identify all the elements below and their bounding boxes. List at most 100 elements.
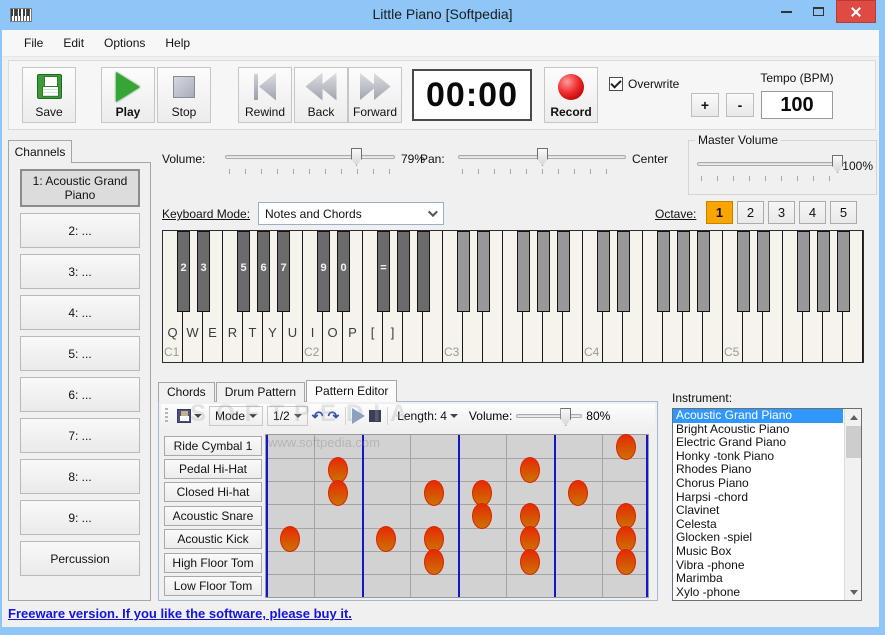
black-key-9[interactable] (417, 231, 430, 312)
channel-button-6[interactable]: 6: ... (20, 377, 140, 412)
instrument-item-chorus-piano[interactable]: Chorus Piano (673, 476, 843, 491)
black-key-4[interactable]: 7 (277, 231, 290, 312)
play-button[interactable]: Play (101, 67, 155, 123)
black-key-11[interactable] (477, 231, 490, 312)
channel-button-5[interactable]: 5: ... (20, 336, 140, 371)
octave-button-3[interactable]: 3 (768, 201, 795, 224)
pattern-stop-button[interactable] (369, 410, 382, 422)
mode-dropdown[interactable]: Mode (209, 406, 264, 426)
instrument-item-bright-acoustic-piano[interactable]: Bright Acoustic Piano (673, 422, 843, 437)
channel-button-9[interactable]: 9: ... (20, 500, 140, 535)
black-key-10[interactable] (457, 231, 470, 312)
black-key-0[interactable]: 2 (177, 231, 190, 312)
black-key-20[interactable] (737, 231, 750, 312)
drum-note[interactable] (520, 549, 540, 575)
channel-button-10[interactable]: Percussion (20, 541, 140, 576)
drum-note[interactable] (280, 526, 300, 552)
instrument-item-clavinet[interactable]: Clavinet (673, 504, 843, 518)
channel-button-2[interactable]: 2: ... (20, 213, 140, 248)
drum-button-closed-hi-hat[interactable]: Closed Hi-hat (164, 482, 262, 502)
black-key-16[interactable] (617, 231, 630, 312)
black-key-8[interactable] (397, 231, 410, 312)
instrument-item-harpsi-chord[interactable]: Harpsi -chord (673, 490, 843, 505)
save-button[interactable]: Save (22, 67, 76, 123)
scroll-down-button[interactable] (845, 584, 861, 600)
tab-pattern-editor[interactable]: Pattern Editor (306, 380, 398, 402)
drum-note[interactable] (424, 480, 444, 506)
octave-button-5[interactable]: 5 (830, 201, 857, 224)
black-key-17[interactable] (657, 231, 670, 312)
instrument-item-glocken-spiel[interactable]: Glocken -spiel (673, 531, 843, 545)
channel-button-3[interactable]: 3: ... (20, 254, 140, 289)
pattern-volume-slider[interactable] (516, 406, 583, 426)
instrument-item-electric-grand-piano[interactable]: Electric Grand Piano (673, 436, 843, 450)
black-key-5[interactable]: 9 (317, 231, 330, 312)
menu-help[interactable]: Help (155, 32, 200, 54)
instrument-item-honky-tonk-piano[interactable]: Honky -tonk Piano (673, 449, 843, 464)
black-key-7[interactable]: = (377, 231, 390, 312)
menu-file[interactable]: File (14, 32, 53, 54)
pattern-save-button[interactable] (174, 407, 205, 425)
scrollbar-thumb[interactable] (846, 426, 861, 458)
black-key-3[interactable]: 6 (257, 231, 270, 312)
drum-note[interactable] (520, 457, 540, 483)
volume-slider[interactable] (225, 148, 395, 176)
drum-button-acoustic-snare[interactable]: Acoustic Snare (164, 506, 262, 526)
octave-label[interactable]: Octave: (655, 207, 696, 221)
drum-note[interactable] (616, 549, 636, 575)
instrument-list[interactable]: Acoustic Grand Piano Bright Acoustic Pian… (672, 408, 862, 601)
pattern-grid[interactable] (265, 434, 649, 598)
black-key-15[interactable] (597, 231, 610, 312)
tempo-decrease-button[interactable]: - (726, 93, 754, 117)
drum-button-high-floor-tom[interactable]: High Floor Tom (164, 553, 262, 573)
back-button[interactable]: Back (294, 67, 348, 123)
black-key-13[interactable] (537, 231, 550, 312)
channel-button-7[interactable]: 7: ... (20, 418, 140, 453)
keyboard-mode-select[interactable]: Notes and Chords (258, 202, 444, 225)
scrollbar[interactable] (844, 409, 861, 600)
black-key-22[interactable] (797, 231, 810, 312)
drum-note[interactable] (376, 526, 396, 552)
pattern-play-button[interactable] (352, 408, 366, 424)
tempo-increase-button[interactable]: + (691, 93, 719, 117)
channel-button-8[interactable]: 8: ... (20, 459, 140, 494)
drum-button-acoustic-kick[interactable]: Acoustic Kick (164, 529, 262, 549)
toolbar-grip[interactable] (165, 408, 168, 424)
pan-slider[interactable] (458, 148, 626, 176)
drum-button-low-floor-tom[interactable]: Low Floor Tom (164, 576, 262, 596)
drum-note[interactable] (568, 480, 588, 506)
minimize-button[interactable] (772, 0, 800, 23)
black-key-21[interactable] (757, 231, 770, 312)
overwrite-checkbox[interactable] (609, 77, 623, 91)
rewind-button[interactable]: Rewind (238, 67, 292, 123)
black-key-1[interactable]: 3 (197, 231, 210, 312)
drum-note[interactable] (472, 503, 492, 529)
black-key-23[interactable] (817, 231, 830, 312)
drum-note[interactable] (328, 480, 348, 506)
black-key-18[interactable] (677, 231, 690, 312)
drum-button-pedal-hi-hat[interactable]: Pedal Hi-Hat (164, 459, 262, 479)
pan-slider-thumb[interactable] (537, 148, 548, 166)
instrument-item-marimba[interactable]: Marimba (673, 572, 843, 586)
tab-chords[interactable]: Chords (158, 382, 215, 402)
black-key-19[interactable] (697, 231, 710, 312)
menu-edit[interactable]: Edit (53, 32, 94, 54)
stop-button[interactable]: Stop (157, 67, 211, 123)
octave-button-1[interactable]: 1 (706, 201, 733, 224)
master-volume-slider[interactable] (697, 155, 843, 183)
channel-button-1[interactable]: 1: Acoustic Grand Piano (20, 169, 140, 207)
channel-button-4[interactable]: 4: ... (20, 295, 140, 330)
tab-drum-pattern[interactable]: Drum Pattern (215, 382, 306, 402)
instrument-item-music-box[interactable]: Music Box (673, 544, 843, 559)
black-key-12[interactable] (517, 231, 530, 312)
octave-button-2[interactable]: 2 (737, 201, 764, 224)
division-dropdown[interactable]: 1/2 (267, 406, 308, 426)
pattern-volume-slider-thumb[interactable] (560, 408, 572, 426)
instrument-item-rhodes-piano[interactable]: Rhodes Piano (673, 463, 843, 477)
menu-options[interactable]: Options (94, 32, 155, 54)
redo-icon[interactable]: ↷ (327, 409, 339, 423)
instrument-item-acoustic-grand-piano[interactable]: Acoustic Grand Piano (673, 409, 843, 423)
length-dropdown[interactable]: Length: 4 (394, 407, 461, 425)
keyboard-mode-label[interactable]: Keyboard Mode: (162, 207, 250, 221)
drum-note[interactable] (424, 549, 444, 575)
